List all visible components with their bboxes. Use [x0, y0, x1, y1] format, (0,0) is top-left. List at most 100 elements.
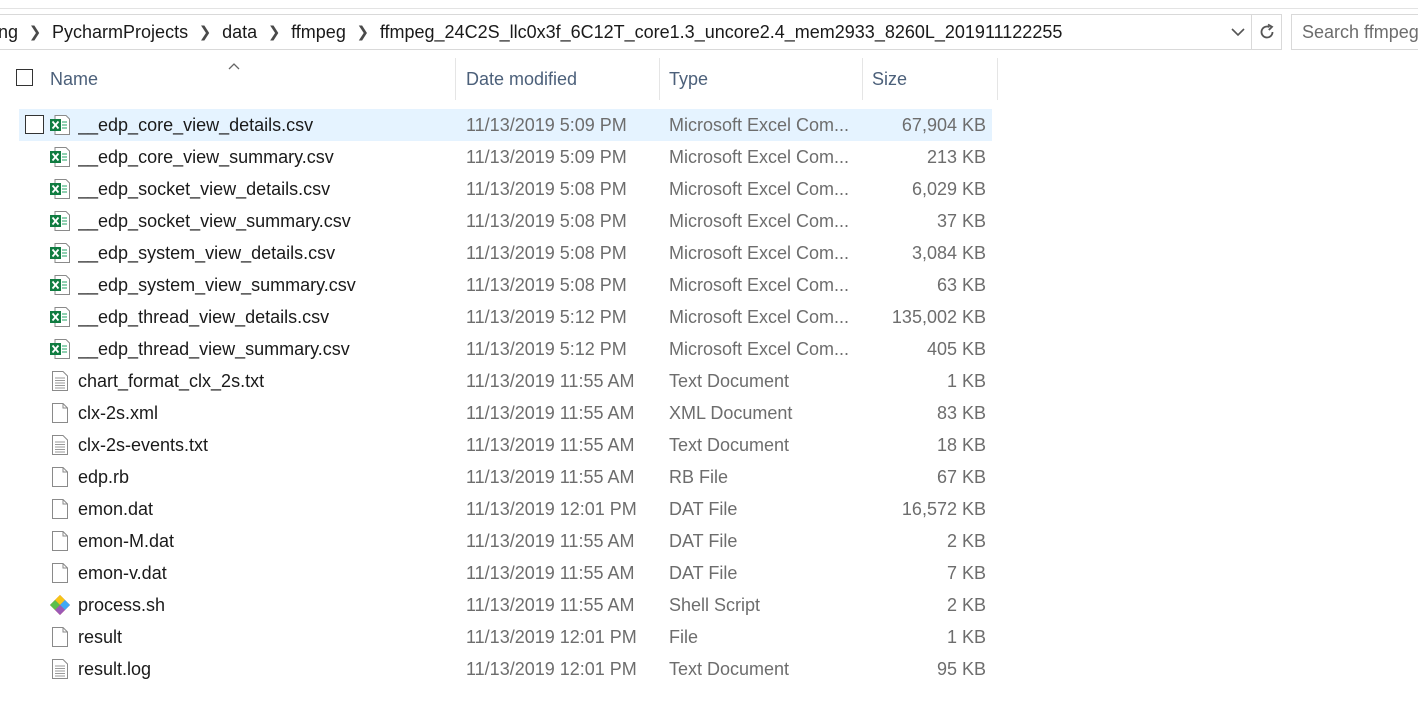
chevron-right-icon[interactable]: ❯	[257, 23, 291, 41]
file-list: __edp_core_view_details.csv 11/13/2019 5:…	[0, 109, 1000, 685]
blank-file-icon	[49, 562, 71, 584]
file-name: result	[78, 627, 123, 647]
file-date-modified: 11/13/2019 11:55 AM	[466, 563, 635, 583]
blank-file-icon	[49, 498, 71, 520]
file-row[interactable]: __edp_socket_view_details.csv 11/13/2019 …	[0, 173, 1000, 205]
file-size: 1 KB	[946, 627, 986, 647]
chevron-right-icon[interactable]: ❯	[188, 23, 222, 41]
file-date-modified: 11/13/2019 5:12 PM	[466, 307, 627, 327]
file-name: __edp_thread_view_details.csv	[78, 307, 330, 327]
file-row[interactable]: process.sh 11/13/2019 11:55 AM Shell Scrip…	[0, 589, 1000, 621]
file-name: __edp_thread_view_summary.csv	[78, 339, 350, 359]
file-date-modified: 11/13/2019 11:55 AM	[466, 371, 635, 391]
column-header-size[interactable]: Size	[863, 58, 998, 100]
file-type: Text Document	[669, 371, 790, 391]
chevron-down-icon[interactable]	[1225, 15, 1251, 49]
file-name: __edp_core_view_details.csv	[78, 115, 314, 135]
excel-file-icon	[49, 146, 71, 168]
file-size: 1 KB	[946, 371, 986, 391]
file-name: __edp_core_view_summary.csv	[78, 147, 334, 167]
file-row[interactable]: emon.dat 11/13/2019 12:01 PM DAT File 16,57…	[0, 493, 1000, 525]
file-type: File	[669, 627, 699, 647]
file-size: 7 KB	[946, 563, 986, 583]
file-size: 83 KB	[936, 403, 986, 423]
file-size: 2 KB	[946, 531, 986, 551]
file-name: process.sh	[78, 595, 166, 615]
file-row[interactable]: result 11/13/2019 12:01 PM File 1 KB	[0, 621, 1000, 653]
chevron-right-icon[interactable]: ❯	[346, 23, 380, 41]
file-type: Shell Script	[669, 595, 761, 615]
file-name: chart_format_clx_2s.txt	[78, 371, 265, 391]
file-type: Text Document	[669, 435, 790, 455]
file-row[interactable]: clx-2s-events.txt 11/13/2019 11:55 AM Text…	[0, 429, 1000, 461]
file-row[interactable]: result.log 11/13/2019 12:01 PM Text Docume…	[0, 653, 1000, 685]
file-size: 16,572 KB	[901, 499, 986, 519]
refresh-button[interactable]	[1252, 14, 1282, 50]
excel-file-icon	[49, 178, 71, 200]
file-date-modified: 11/13/2019 5:09 PM	[466, 147, 627, 167]
file-type: Text Document	[669, 659, 790, 679]
file-date-modified: 11/13/2019 11:55 AM	[466, 403, 635, 423]
blank-file-icon	[49, 466, 71, 488]
file-name: __edp_socket_view_summary.csv	[78, 211, 351, 231]
breadcrumb-item[interactable]: ng	[0, 22, 18, 43]
blank-file-icon	[49, 626, 71, 648]
refresh-icon	[1260, 23, 1273, 39]
search-placeholder: Search ffmpeg	[1302, 21, 1418, 42]
file-size: 6,029 KB	[911, 179, 986, 199]
file-type: Microsoft Excel Com...	[669, 307, 850, 327]
text-file-icon	[49, 434, 71, 456]
file-row[interactable]: __edp_thread_view_details.csv 11/13/2019 …	[0, 301, 1000, 333]
breadcrumb-item[interactable]: ffmpeg	[291, 22, 346, 43]
file-name: edp.rb	[78, 467, 130, 487]
column-header-name[interactable]: Name	[41, 58, 456, 100]
file-row[interactable]: __edp_socket_view_summary.csv 11/13/2019 …	[0, 205, 1000, 237]
file-row[interactable]: emon-M.dat 11/13/2019 11:55 AM DAT File 2 K…	[0, 525, 1000, 557]
breadcrumb-item[interactable]: data	[222, 22, 257, 43]
file-type: Microsoft Excel Com...	[669, 339, 850, 359]
file-row[interactable]: __edp_thread_view_summary.csv 11/13/2019 …	[0, 333, 1000, 365]
column-header-type[interactable]: Type	[660, 58, 863, 100]
file-row[interactable]: __edp_system_view_summary.csv 11/13/2019 …	[0, 269, 1000, 301]
excel-file-icon	[49, 210, 71, 232]
search-input[interactable]: Search ffmpeg	[1291, 14, 1418, 50]
column-header-date-modified[interactable]: Date modified	[457, 58, 660, 100]
file-size: 67 KB	[936, 467, 986, 487]
file-date-modified: 11/13/2019 11:55 AM	[466, 531, 635, 551]
file-type: DAT File	[669, 563, 738, 583]
text-file-icon	[49, 370, 71, 392]
address-bar[interactable]: ng ❯ PycharmProjects ❯ data ❯ ffmpeg ❯ f…	[0, 14, 1252, 50]
breadcrumb-item[interactable]: PycharmProjects	[52, 22, 188, 43]
text-file-icon	[49, 658, 71, 680]
file-row[interactable]: chart_format_clx_2s.txt 11/13/2019 11:55 …	[0, 365, 1000, 397]
file-type: Microsoft Excel Com...	[669, 275, 850, 295]
file-row[interactable]: emon-v.dat 11/13/2019 11:55 AM DAT File 7 K…	[0, 557, 1000, 589]
excel-file-icon	[49, 242, 71, 264]
file-name: emon-M.dat	[78, 531, 175, 551]
window-top-border	[0, 0, 1418, 9]
file-date-modified: 11/13/2019 11:55 AM	[466, 435, 635, 455]
excel-file-icon	[49, 306, 71, 328]
blank-file-icon	[49, 402, 71, 424]
select-all-checkbox[interactable]	[16, 69, 33, 86]
file-size: 3,084 KB	[911, 243, 986, 263]
file-date-modified: 11/13/2019 12:01 PM	[466, 659, 637, 679]
row-checkbox[interactable]	[25, 115, 44, 134]
file-date-modified: 11/13/2019 5:08 PM	[466, 275, 627, 295]
file-row[interactable]: __edp_core_view_details.csv 11/13/2019 5:…	[0, 109, 1000, 141]
file-size: 63 KB	[936, 275, 986, 295]
file-row[interactable]: clx-2s.xml 11/13/2019 11:55 AM XML Documen…	[0, 397, 1000, 429]
file-row[interactable]: __edp_core_view_summary.csv 11/13/2019 5:…	[0, 141, 1000, 173]
breadcrumb-current[interactable]: ffmpeg_24C2S_llc0x3f_6C12T_core1.3_uncor…	[380, 22, 1063, 43]
file-size: 37 KB	[936, 211, 986, 231]
file-row[interactable]: __edp_system_view_details.csv 11/13/2019 …	[0, 237, 1000, 269]
file-type: Microsoft Excel Com...	[669, 211, 850, 231]
file-type: RB File	[669, 467, 729, 487]
file-name: clx-2s.xml	[78, 403, 158, 423]
file-row[interactable]: edp.rb 11/13/2019 11:55 AM RB File 67 KB	[0, 461, 1000, 493]
file-date-modified: 11/13/2019 5:08 PM	[466, 243, 627, 263]
file-name: __edp_system_view_details.csv	[78, 243, 336, 263]
file-name: result.log	[78, 659, 152, 679]
chevron-right-icon[interactable]: ❯	[18, 23, 52, 41]
file-date-modified: 11/13/2019 11:55 AM	[466, 467, 635, 487]
